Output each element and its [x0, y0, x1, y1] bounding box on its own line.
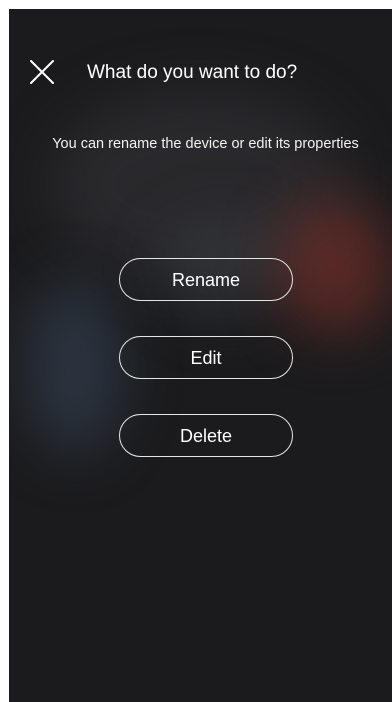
background-blur: [277, 199, 392, 334]
dialog-title: What do you want to do?: [87, 62, 298, 83]
dialog-subtitle: You can rename the device or edit its pr…: [52, 136, 359, 152]
edit-button[interactable]: Edit: [119, 336, 293, 379]
background-blur: [27, 279, 122, 454]
close-button[interactable]: [29, 59, 55, 85]
dialog-header: What do you want to do?: [9, 9, 392, 139]
rename-button[interactable]: Rename: [119, 258, 293, 301]
delete-button[interactable]: Delete: [119, 414, 293, 457]
action-list: Rename Edit Delete: [119, 258, 293, 492]
action-dialog-screen: What do you want to do? You can rename t…: [9, 9, 392, 702]
close-icon: [30, 60, 54, 84]
